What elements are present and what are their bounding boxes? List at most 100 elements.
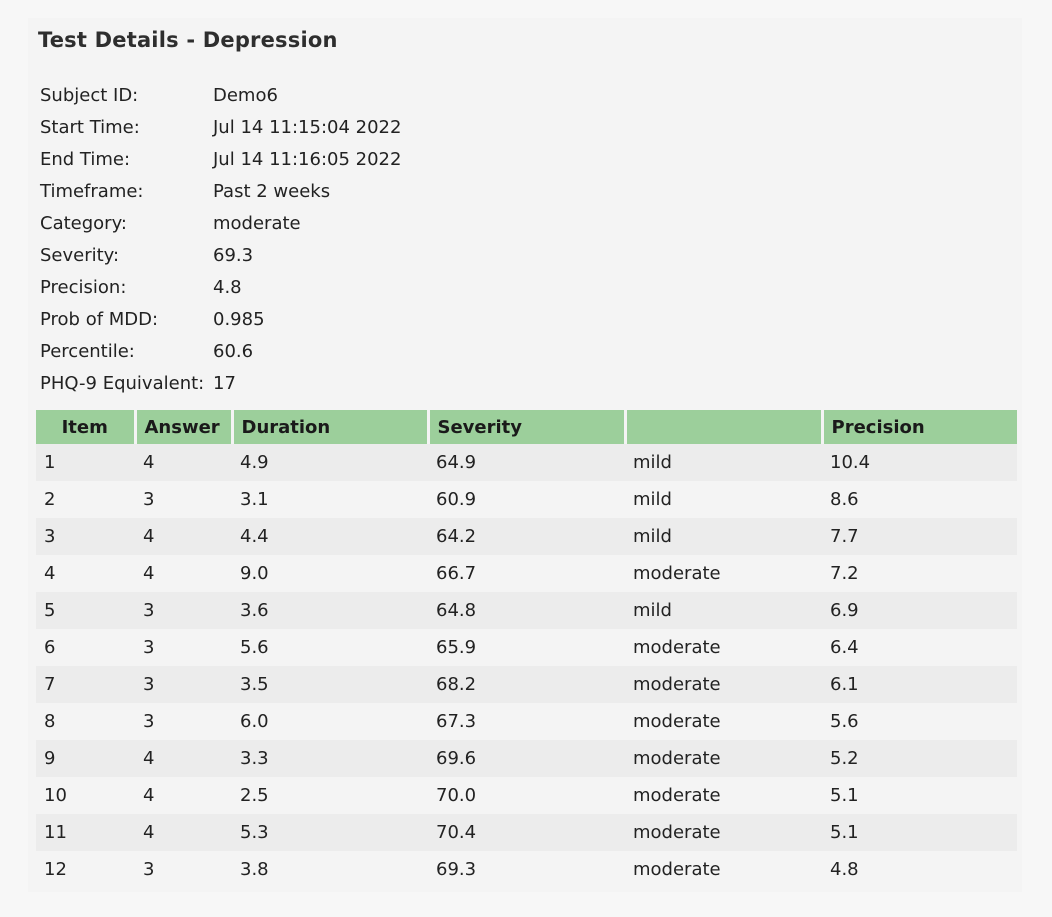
cell-severity: 70.0 — [428, 777, 625, 814]
cell-answer: 4 — [135, 814, 232, 851]
cell-severity: 68.2 — [428, 666, 625, 703]
cell-answer: 4 — [135, 555, 232, 592]
summary-label: Prob of MDD: — [40, 309, 159, 330]
cell-severity: 64.2 — [428, 518, 625, 555]
summary-label: End Time: — [40, 149, 131, 170]
summary-row: Percentile: 60.6 — [40, 336, 401, 368]
cell-category: moderate — [625, 814, 822, 851]
table-row: 11 4 5.3 70.4 moderate 5.1 — [36, 814, 1017, 851]
cell-precision: 6.1 — [822, 666, 1017, 703]
summary-label: Subject ID: — [40, 85, 139, 106]
test-details-panel: Test Details - Depression Subject ID: Dem… — [28, 18, 1022, 892]
summary-label: Start Time: — [40, 117, 140, 138]
cell-answer: 3 — [135, 666, 232, 703]
table-row: 12 3 3.8 69.3 moderate 4.8 — [36, 851, 1017, 888]
summary-row: Timeframe: Past 2 weeks — [40, 176, 401, 208]
cell-item: 12 — [36, 851, 135, 888]
cell-duration: 3.1 — [232, 481, 428, 518]
summary-table: Subject ID: Demo6 Start Time: Jul 14 11:15:… — [40, 80, 401, 400]
cell-category: moderate — [625, 666, 822, 703]
summary-row: Prob of MDD: 0.985 — [40, 304, 401, 336]
summary-value: 69.3 — [213, 245, 254, 266]
summary-row: Start Time: Jul 14 11:15:04 2022 — [40, 112, 401, 144]
cell-precision: 7.7 — [822, 518, 1017, 555]
summary-label: PHQ-9 Equivalent: — [40, 373, 205, 394]
cell-precision: 6.4 — [822, 629, 1017, 666]
summary-row: Severity: 69.3 — [40, 240, 401, 272]
cell-precision: 6.9 — [822, 592, 1017, 629]
summary-row: Category: moderate — [40, 208, 401, 240]
cell-duration: 5.3 — [232, 814, 428, 851]
cell-category: moderate — [625, 851, 822, 888]
cell-category: moderate — [625, 740, 822, 777]
cell-precision: 5.6 — [822, 703, 1017, 740]
cell-answer: 4 — [135, 518, 232, 555]
cell-item: 9 — [36, 740, 135, 777]
cell-duration: 6.0 — [232, 703, 428, 740]
column-header-answer: Answer — [135, 410, 234, 444]
cell-answer: 3 — [135, 703, 232, 740]
cell-severity: 66.7 — [428, 555, 625, 592]
cell-duration: 3.5 — [232, 666, 428, 703]
cell-item: 7 — [36, 666, 135, 703]
item-results-table: Item Answer Duration Severity Precision 1 4 4.… — [36, 410, 1017, 888]
cell-category: mild — [625, 518, 822, 555]
table-row: 7 3 3.5 68.2 moderate 6.1 — [36, 666, 1017, 703]
summary-label: Severity: — [40, 245, 120, 266]
cell-answer: 3 — [135, 629, 232, 666]
cell-answer: 3 — [135, 481, 232, 518]
table-row: 8 3 6.0 67.3 moderate 5.6 — [36, 703, 1017, 740]
cell-severity: 65.9 — [428, 629, 625, 666]
table-body: 1 4 4.9 64.9 mild 10.4 2 3 3.1 60.9 mild 8.6 3 4 4.4 64… — [36, 444, 1017, 888]
table-row: 10 4 2.5 70.0 moderate 5.1 — [36, 777, 1017, 814]
column-header-severity: Severity — [428, 410, 627, 444]
table-row: 9 4 3.3 69.6 moderate 5.2 — [36, 740, 1017, 777]
summary-value: 0.985 — [213, 309, 265, 330]
cell-category: mild — [625, 481, 822, 518]
cell-item: 4 — [36, 555, 135, 592]
table-row: 3 4 4.4 64.2 mild 7.7 — [36, 518, 1017, 555]
summary-label: Timeframe: — [40, 181, 144, 202]
cell-item: 2 — [36, 481, 135, 518]
cell-precision: 8.6 — [822, 481, 1017, 518]
cell-item: 1 — [36, 444, 135, 481]
cell-category: moderate — [625, 555, 822, 592]
cell-answer: 3 — [135, 592, 232, 629]
summary-body: Subject ID: Demo6 Start Time: Jul 14 11:15:… — [40, 80, 401, 400]
cell-category: moderate — [625, 703, 822, 740]
cell-precision: 10.4 — [822, 444, 1017, 481]
cell-answer: 4 — [135, 777, 232, 814]
table-row: 5 3 3.6 64.8 mild 6.9 — [36, 592, 1017, 629]
cell-precision: 5.1 — [822, 814, 1017, 851]
cell-severity: 67.3 — [428, 703, 625, 740]
column-header-item: Item — [36, 410, 137, 444]
cell-category: mild — [625, 592, 822, 629]
summary-value: Jul 14 11:16:05 2022 — [213, 149, 402, 170]
cell-duration: 3.8 — [232, 851, 428, 888]
cell-answer: 4 — [135, 444, 232, 481]
cell-precision: 5.2 — [822, 740, 1017, 777]
table-row: 2 3 3.1 60.9 mild 8.6 — [36, 481, 1017, 518]
summary-value: 4.8 — [213, 277, 242, 298]
column-header-duration: Duration — [232, 410, 430, 444]
summary-label: Percentile: — [40, 341, 135, 362]
cell-answer: 3 — [135, 851, 232, 888]
column-header-precision: Precision — [822, 410, 1017, 444]
cell-severity: 60.9 — [428, 481, 625, 518]
summary-value: Jul 14 11:15:04 2022 — [213, 117, 402, 138]
cell-severity: 64.8 — [428, 592, 625, 629]
cell-severity: 64.9 — [428, 444, 625, 481]
cell-category: mild — [625, 444, 822, 481]
summary-label: Precision: — [40, 277, 127, 298]
cell-item: 10 — [36, 777, 135, 814]
cell-category: moderate — [625, 777, 822, 814]
cell-item: 8 — [36, 703, 135, 740]
table-row: 6 3 5.6 65.9 moderate 6.4 — [36, 629, 1017, 666]
cell-severity: 69.6 — [428, 740, 625, 777]
table-row: 4 4 9.0 66.7 moderate 7.2 — [36, 555, 1017, 592]
cell-duration: 5.6 — [232, 629, 428, 666]
cell-item: 11 — [36, 814, 135, 851]
cell-duration: 2.5 — [232, 777, 428, 814]
cell-category: moderate — [625, 629, 822, 666]
cell-duration: 3.3 — [232, 740, 428, 777]
